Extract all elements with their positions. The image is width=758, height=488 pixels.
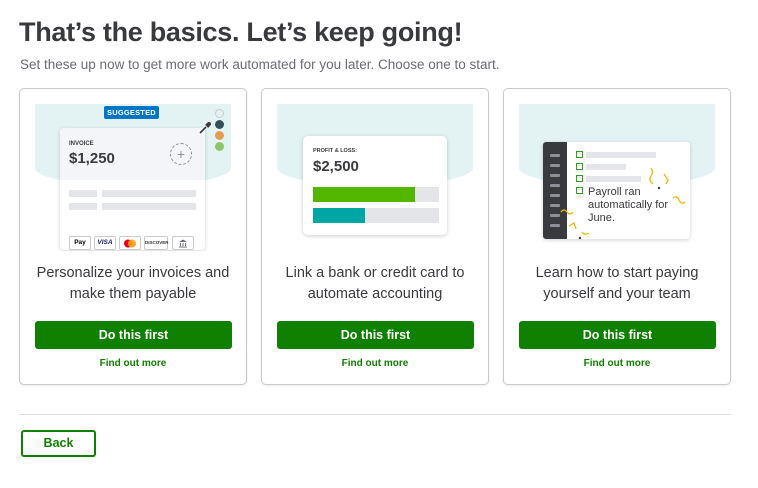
invoice-label: INVOICE — [69, 141, 94, 147]
visa-icon: VISA — [94, 236, 116, 250]
invoice-amount: $1,250 — [69, 150, 115, 167]
suggested-badge: SUGGESTED — [104, 106, 159, 119]
card-description: Personalize your invoices and make them … — [36, 265, 230, 302]
invoice-line — [69, 203, 97, 210]
color-swatch — [215, 131, 224, 140]
bank-find-out-more-link[interactable]: Find out more — [262, 358, 488, 369]
income-bar — [313, 187, 416, 202]
invoice-do-this-first-button[interactable]: Do this first — [35, 321, 232, 349]
payroll-illustration: Payroll ran automatically for June. — [519, 104, 715, 251]
expense-bar — [313, 208, 365, 223]
page-title: That’s the basics. Let’s keep going! — [19, 17, 463, 47]
mastercard-icon — [119, 236, 141, 250]
color-swatch — [215, 120, 224, 129]
checkbox-icon — [576, 151, 583, 158]
payroll-find-out-more-link[interactable]: Find out more — [504, 358, 730, 369]
confetti-icon — [560, 167, 686, 240]
discover-icon: DISCOVER — [144, 236, 169, 250]
payroll-card: Payroll ran automatically for June. Lear… — [503, 88, 731, 385]
payroll-do-this-first-button[interactable]: Do this first — [519, 321, 716, 349]
bank-do-this-first-button[interactable]: Do this first — [277, 321, 474, 349]
income-bar-track — [313, 187, 439, 202]
expense-bar-track — [313, 208, 439, 223]
page-subtitle: Set these up now to get more work automa… — [20, 57, 500, 72]
color-swatch — [215, 142, 224, 151]
card-description: Link a bank or credit card to automate a… — [285, 265, 465, 302]
profit-loss-label: PROFIT & LOSS: — [313, 148, 357, 154]
add-logo-icon: + — [170, 143, 192, 165]
back-button[interactable]: Back — [21, 430, 96, 457]
invoice-line — [102, 203, 196, 210]
eyedropper-icon — [199, 122, 211, 134]
profit-loss-amount: $2,500 — [313, 158, 359, 175]
profit-loss-preview: PROFIT & LOSS: $2,500 — [303, 136, 447, 235]
invoice-line — [69, 190, 97, 197]
bank-card: PROFIT & LOSS: $2,500 Link a bank or cre… — [261, 88, 489, 385]
card-description: Learn how to start paying yourself and y… — [535, 265, 699, 302]
invoice-find-out-more-link[interactable]: Find out more — [20, 358, 246, 369]
invoice-line — [102, 190, 196, 197]
profit-loss-illustration: PROFIT & LOSS: $2,500 — [277, 104, 473, 251]
bank-icon — [172, 236, 194, 250]
divider — [19, 414, 731, 415]
color-swatch — [215, 109, 224, 118]
invoice-preview: INVOICE $1,250 + Pay VISA DISCOVER — [60, 128, 205, 250]
invoice-card: INVOICE $1,250 + Pay VISA DISCOVER SUGGE… — [19, 88, 247, 385]
task-line — [586, 152, 656, 158]
invoice-illustration: INVOICE $1,250 + Pay VISA DISCOVER SUGGE… — [35, 104, 231, 251]
apple-pay-icon: Pay — [69, 236, 91, 250]
sidebar-line — [550, 154, 560, 157]
